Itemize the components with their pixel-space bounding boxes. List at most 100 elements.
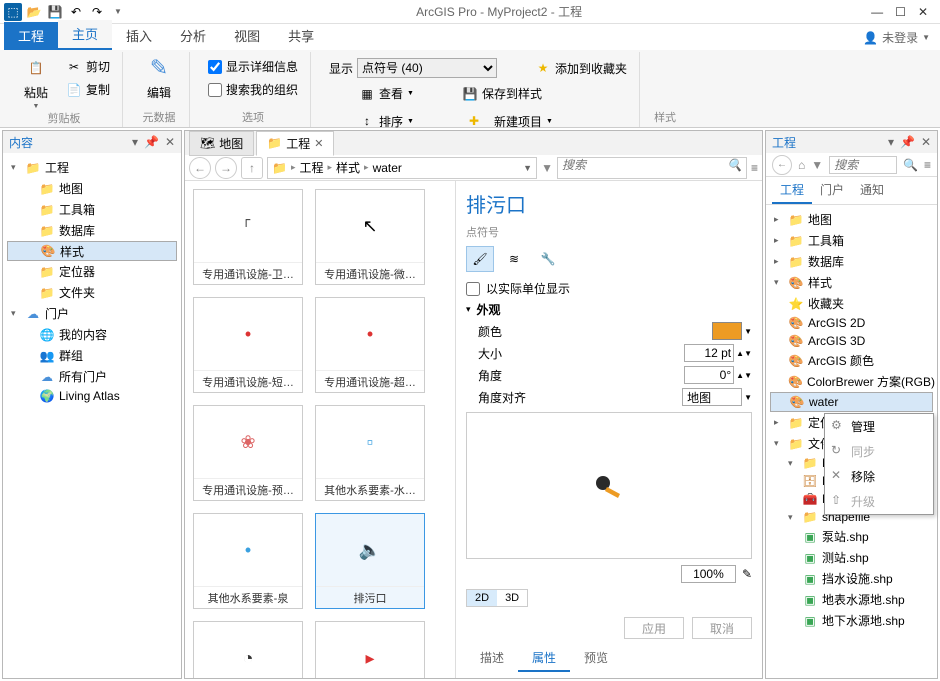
wrench-tab[interactable]: 🔧 bbox=[534, 246, 562, 272]
gallery-thumb[interactable]: ▸ bbox=[315, 621, 425, 678]
close-icon[interactable]: ✕ bbox=[165, 135, 175, 149]
ctx-manage[interactable]: ⚙管理 bbox=[825, 414, 933, 439]
view-button[interactable]: ▦查看▼ bbox=[355, 83, 418, 104]
filter-icon[interactable]: ▼ bbox=[811, 158, 823, 172]
tab-description[interactable]: 描述 bbox=[466, 645, 518, 672]
proj-search-input[interactable] bbox=[829, 156, 897, 174]
ptree-s4[interactable]: ▣地表水源地.shp bbox=[770, 589, 933, 610]
tree-map[interactable]: 📁地图 bbox=[7, 178, 177, 199]
ptree-water[interactable]: 🎨water bbox=[770, 392, 933, 412]
brush-tab[interactable]: 🖌 bbox=[466, 246, 494, 272]
tab-properties[interactable]: 属性 bbox=[518, 645, 570, 672]
tab-project[interactable]: 工程 bbox=[4, 22, 58, 50]
search-icon[interactable]: 🔍 bbox=[727, 158, 742, 172]
ptab-notify[interactable]: 通知 bbox=[852, 177, 892, 204]
back-button[interactable]: ← bbox=[189, 157, 211, 179]
dropper-icon[interactable]: ✎ bbox=[742, 567, 752, 581]
ptree-s1[interactable]: ▣泵站.shp bbox=[770, 526, 933, 547]
pin-icon[interactable]: 📌 bbox=[900, 135, 915, 149]
cut-button[interactable]: ✂剪切 bbox=[62, 56, 114, 77]
tree-locators[interactable]: 📁定位器 bbox=[7, 261, 177, 282]
ptree-color[interactable]: 🎨ArcGIS 颜色 bbox=[770, 350, 933, 371]
redo-icon[interactable]: ↷ bbox=[88, 3, 106, 21]
tree-portal[interactable]: ▾☁门户 bbox=[7, 303, 177, 324]
qat-dropdown-icon[interactable]: ▼ bbox=[109, 3, 127, 21]
undo-icon[interactable]: ↶ bbox=[67, 3, 85, 21]
tree-my-content[interactable]: 🌐我的内容 bbox=[7, 324, 177, 345]
ptree-map[interactable]: ▸📁地图 bbox=[770, 209, 933, 230]
search-box[interactable]: 🔍 bbox=[557, 157, 747, 179]
ptree-fav[interactable]: ⭐收藏夹 bbox=[770, 293, 933, 314]
color-swatch[interactable] bbox=[712, 322, 742, 340]
ptree-s5[interactable]: ▣地下水源地.shp bbox=[770, 610, 933, 631]
tab-home[interactable]: 主页 bbox=[58, 20, 112, 50]
real-units-check[interactable] bbox=[466, 282, 480, 296]
ptree-s2[interactable]: ▣测站.shp bbox=[770, 547, 933, 568]
edit-metadata-button[interactable]: ✎ 编辑 bbox=[137, 54, 181, 101]
ptree-2d[interactable]: 🎨ArcGIS 2D bbox=[770, 314, 933, 332]
tab-share[interactable]: 共享 bbox=[274, 22, 328, 50]
search-org-check[interactable]: 搜索我的组织 bbox=[204, 79, 302, 100]
filter-icon[interactable]: ▼ bbox=[541, 161, 553, 175]
gallery-thumb[interactable]: •专用通讯设施-超… bbox=[315, 297, 425, 393]
tab-preview[interactable]: 预览 bbox=[570, 645, 622, 672]
tab-insert[interactable]: 插入 bbox=[112, 22, 166, 50]
add-fav-button[interactable]: ★添加到收藏夹 bbox=[531, 56, 631, 80]
show-select[interactable]: 点符号 (40) bbox=[357, 58, 497, 78]
layers-tab[interactable]: ≋ bbox=[500, 246, 528, 272]
tab-analysis[interactable]: 分析 bbox=[166, 22, 220, 50]
menu-icon[interactable]: ≡ bbox=[751, 161, 758, 175]
ptree-styles[interactable]: ▾🎨样式 bbox=[770, 272, 933, 293]
dimension-toggle[interactable]: 2D 3D bbox=[466, 589, 528, 607]
tab-view[interactable]: 视图 bbox=[220, 22, 274, 50]
autohide-icon[interactable]: ▾ bbox=[888, 135, 894, 149]
tree-project[interactable]: ▾📁工程 bbox=[7, 157, 177, 178]
ptab-proj[interactable]: 工程 bbox=[772, 177, 812, 204]
breadcrumb[interactable]: 📁▸ 工程▸ 样式▸ water ▼ bbox=[267, 157, 537, 179]
ptree-database[interactable]: ▸📁数据库 bbox=[770, 251, 933, 272]
gallery-thumb[interactable]: ↖专用通讯设施-微… bbox=[315, 189, 425, 285]
gallery-thumb[interactable]: ⸀专用通讯设施-卫… bbox=[193, 189, 303, 285]
close-button[interactable]: ✕ bbox=[918, 5, 928, 19]
maximize-button[interactable]: ☐ bbox=[895, 5, 906, 19]
tab-map-view[interactable]: 🗺地图 bbox=[189, 131, 254, 156]
ptree-3d[interactable]: 🎨ArcGIS 3D bbox=[770, 332, 933, 350]
back-button[interactable]: ← bbox=[772, 155, 792, 175]
menu-icon[interactable]: ≡ bbox=[924, 158, 931, 172]
signin-link[interactable]: 👤 未登录 ▼ bbox=[853, 25, 940, 50]
ptree-s3[interactable]: ▣挡水设施.shp bbox=[770, 568, 933, 589]
close-tab-icon[interactable]: ✕ bbox=[314, 137, 323, 150]
save-icon[interactable]: 💾 bbox=[46, 3, 64, 21]
gallery-thumb[interactable]: ◔ bbox=[193, 621, 303, 678]
fwd-button[interactable]: → bbox=[215, 157, 237, 179]
paste-button[interactable]: 📋 粘贴 ▼ bbox=[14, 54, 58, 110]
gallery-thumb[interactable]: ❀专用通讯设施-预… bbox=[193, 405, 303, 501]
ptree-cb[interactable]: 🎨ColorBrewer 方案(RGB) bbox=[770, 371, 933, 392]
tree-groups[interactable]: 👥群组 bbox=[7, 345, 177, 366]
tab-project-view[interactable]: 📁工程✕ bbox=[256, 131, 334, 156]
search-org-checkbox[interactable] bbox=[208, 83, 222, 97]
angle-align-select[interactable]: 地图 bbox=[682, 388, 742, 406]
size-input[interactable]: 12 pt bbox=[684, 344, 734, 362]
up-button[interactable]: ↑ bbox=[241, 157, 263, 179]
pin-icon[interactable]: 📌 bbox=[144, 135, 159, 149]
show-detail-check[interactable]: 显示详细信息 bbox=[204, 56, 302, 77]
angle-input[interactable]: 0° bbox=[684, 366, 734, 384]
show-detail-checkbox[interactable] bbox=[208, 60, 222, 74]
apply-button[interactable]: 应用 bbox=[624, 617, 684, 639]
ptree-toolbox[interactable]: ▸📁工具箱 bbox=[770, 230, 933, 251]
tree-toolbox[interactable]: 📁工具箱 bbox=[7, 199, 177, 220]
ptab-portal[interactable]: 门户 bbox=[812, 177, 852, 204]
tree-all-portal[interactable]: ☁所有门户 bbox=[7, 366, 177, 387]
save-to-style-button[interactable]: 💾保存到样式 bbox=[458, 83, 546, 104]
gallery-thumb[interactable]: •其他水系要素-泉 bbox=[193, 513, 303, 609]
cancel-button[interactable]: 取消 bbox=[692, 617, 752, 639]
gallery-thumb[interactable]: •专用通讯设施-短… bbox=[193, 297, 303, 393]
open-icon[interactable]: 📂 bbox=[25, 3, 43, 21]
tree-styles[interactable]: 🎨样式 bbox=[7, 241, 177, 261]
tree-database[interactable]: 📁数据库 bbox=[7, 220, 177, 241]
zoom-input[interactable]: 100% bbox=[681, 565, 736, 583]
copy-button[interactable]: 📄复制 bbox=[62, 79, 114, 100]
ctx-remove[interactable]: ✕移除 bbox=[825, 464, 933, 489]
close-icon[interactable]: ✕ bbox=[921, 135, 931, 149]
